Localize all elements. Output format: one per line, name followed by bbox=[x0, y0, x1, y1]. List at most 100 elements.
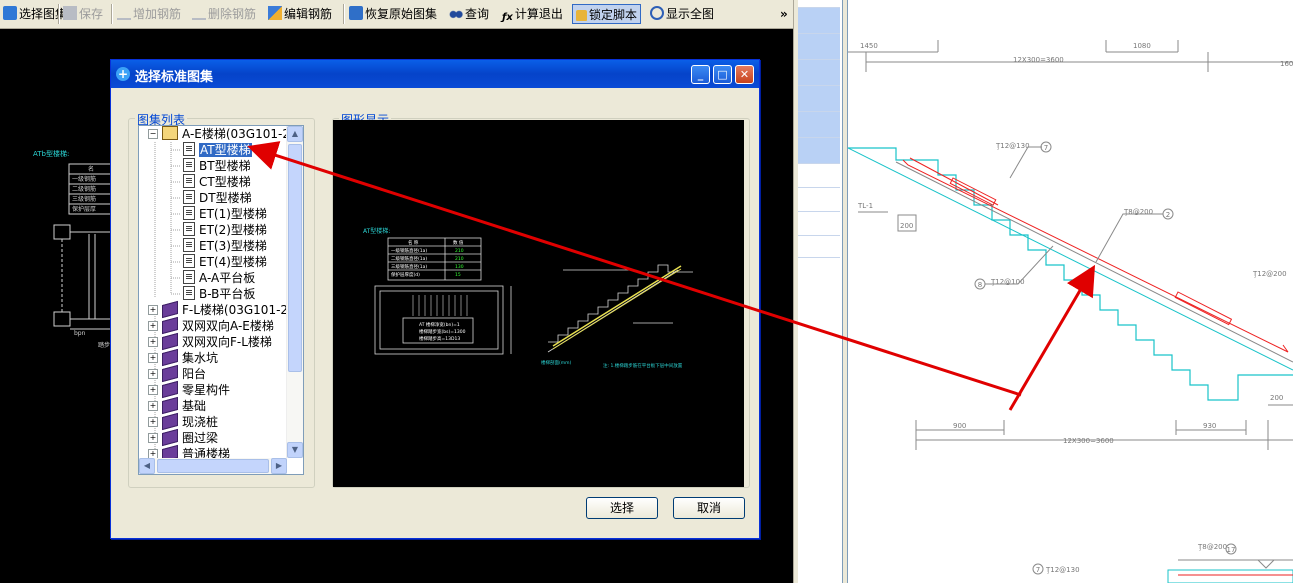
preview-note: 楼梯踏步宽(bs)=1300 bbox=[419, 328, 466, 335]
document-icon bbox=[183, 206, 195, 220]
scroll-right-button[interactable]: ▶ bbox=[271, 458, 287, 474]
document-icon bbox=[183, 158, 195, 172]
minimize-button[interactable]: _ bbox=[691, 65, 710, 84]
binoculars-icon bbox=[449, 6, 463, 20]
grid-row[interactable] bbox=[798, 236, 840, 258]
detail-number: 7 bbox=[1036, 566, 1040, 574]
detail-number: 17 bbox=[1227, 546, 1236, 554]
tree-leaf-et3-stair[interactable]: ET(3)型楼梯 bbox=[183, 238, 267, 254]
tree-node-ring-beam[interactable]: + 圈过梁 bbox=[148, 428, 218, 447]
close-button[interactable]: ✕ bbox=[735, 65, 754, 84]
tree-leaf-bb-slab[interactable]: B-B平台板 bbox=[183, 286, 255, 302]
tree-horizontal-scrollbar[interactable]: ◀ ▶ bbox=[139, 458, 287, 474]
grid-row[interactable] bbox=[798, 8, 840, 34]
left-table-row: 一级钢筋 bbox=[72, 175, 96, 183]
hscroll-thumb[interactable] bbox=[157, 459, 269, 473]
tree-leaf-dt-stair[interactable]: DT型楼梯 bbox=[183, 190, 252, 206]
preview-table-cell: 15 bbox=[455, 272, 461, 278]
tree-leaf-et4-stair[interactable]: ET(4)型楼梯 bbox=[183, 254, 267, 270]
tree-leaf-at-stair[interactable]: AT型楼梯 bbox=[183, 142, 253, 158]
grid-row[interactable] bbox=[798, 112, 840, 138]
scroll-thumb[interactable] bbox=[288, 144, 302, 372]
tree-node-sump-pit[interactable]: + 集水坑 bbox=[148, 348, 218, 367]
grid-row[interactable] bbox=[798, 138, 840, 164]
grid-row[interactable] bbox=[798, 212, 840, 236]
atlas-preview-canvas: AT型楼梯: 名 称 数 值 一级钢筋直径(1a) 210 二级钢筋直径(1a)… bbox=[333, 120, 744, 487]
tree-leaf-et1-stair[interactable]: ET(1)型楼梯 bbox=[183, 206, 267, 222]
dim-text: 930 bbox=[1203, 422, 1216, 430]
show-full-view-button[interactable]: 显示全图 bbox=[650, 4, 714, 24]
grid-row[interactable] bbox=[798, 164, 840, 188]
select-button[interactable]: 选择 bbox=[586, 497, 658, 519]
tree-node-double-fl[interactable]: + 双网双向F-L楼梯 bbox=[148, 332, 272, 351]
book-icon bbox=[162, 316, 178, 335]
restore-atlas-button[interactable]: 恢复原始图集 bbox=[349, 4, 437, 24]
tree-node-double-ae[interactable]: + 双网双向A-E楼梯 bbox=[148, 316, 274, 335]
expand-toggle[interactable]: + bbox=[148, 353, 158, 363]
expand-toggle[interactable]: + bbox=[148, 433, 158, 443]
toolbar-overflow-chevron[interactable]: » bbox=[780, 4, 788, 24]
rebar-label: Ţ8@200 bbox=[1197, 543, 1227, 551]
tree-leaf-label: AT型楼梯 bbox=[198, 142, 253, 158]
book-icon bbox=[162, 412, 178, 431]
right-drawing-canvas[interactable]: 1450 1080 12X300=3600 1600 900 930 12X30… bbox=[848, 0, 1293, 583]
tree-vertical-scrollbar[interactable]: ▲ ▼ bbox=[286, 126, 303, 458]
lock-script-button[interactable]: 锁定脚本 bbox=[572, 4, 642, 24]
calc-exit-button[interactable]: ƒx 计算退出 bbox=[502, 4, 563, 24]
document-icon bbox=[183, 222, 195, 236]
book-icon bbox=[162, 348, 178, 367]
tree-node-balcony[interactable]: + 阳台 bbox=[148, 364, 206, 383]
expand-toggle[interactable]: + bbox=[148, 369, 158, 379]
book-icon bbox=[162, 300, 178, 319]
scroll-left-button[interactable]: ◀ bbox=[139, 458, 155, 474]
expand-toggle[interactable]: + bbox=[148, 401, 158, 411]
tree-node-f-l-stairs[interactable]: + F-L楼梯(03G101-2) bbox=[148, 300, 293, 319]
tree-leaf-bt-stair[interactable]: BT型楼梯 bbox=[183, 158, 251, 174]
stair-section-drawing: 1450 1080 12X300=3600 1600 900 930 12X30… bbox=[848, 40, 1293, 583]
save-button[interactable]: 保存 bbox=[63, 4, 103, 24]
tree-node-cast-pile[interactable]: + 现浇桩 bbox=[148, 412, 218, 431]
expand-toggle[interactable]: + bbox=[148, 337, 158, 347]
edit-rebar-button[interactable]: 编辑钢筋 bbox=[268, 4, 332, 24]
query-button[interactable]: 查询 bbox=[449, 4, 489, 24]
preview-table-head: 数 值 bbox=[453, 239, 464, 246]
rebar-label: Ţ12@200 bbox=[1252, 270, 1287, 278]
toolbar-separator bbox=[58, 4, 60, 24]
preview-title: AT型楼梯: bbox=[363, 227, 390, 235]
atlas-tree[interactable]: − A-E楼梯(03G101-2) AT型楼梯 BT型楼梯 CT型楼梯 DT型楼… bbox=[138, 125, 304, 475]
dialog-titlebar[interactable]: + 选择标准图集 _ □ ✕ bbox=[111, 60, 759, 88]
dim-text: 1080 bbox=[1133, 42, 1151, 50]
tree-leaf-et2-stair[interactable]: ET(2)型楼梯 bbox=[183, 222, 267, 238]
book-icon bbox=[162, 396, 178, 415]
expand-toggle[interactable]: + bbox=[148, 305, 158, 315]
delete-rebar-button[interactable]: 删除钢筋 bbox=[192, 4, 256, 24]
scroll-down-button[interactable]: ▼ bbox=[287, 442, 303, 458]
grid-row[interactable] bbox=[798, 60, 840, 86]
book-icon bbox=[162, 428, 178, 447]
cancel-button[interactable]: 取消 bbox=[673, 497, 745, 519]
main-toolbar: 选择图集 保存 增加钢筋 删除钢筋 编辑钢筋 恢复原始图集 查询 ƒx 计算退出 … bbox=[0, 0, 793, 29]
left-drawing-title: ATb型楼梯: bbox=[33, 149, 69, 158]
scroll-up-button[interactable]: ▲ bbox=[287, 126, 303, 142]
expand-toggle[interactable]: + bbox=[148, 321, 158, 331]
tree-node-a-e-stairs[interactable]: − A-E楼梯(03G101-2) bbox=[148, 126, 295, 142]
tree-leaf-aa-slab[interactable]: A-A平台板 bbox=[183, 270, 255, 286]
grid-row[interactable] bbox=[798, 0, 840, 8]
grid-row[interactable] bbox=[798, 34, 840, 60]
tree-leaf-ct-stair[interactable]: CT型楼梯 bbox=[183, 174, 251, 190]
grid-row[interactable] bbox=[798, 86, 840, 112]
grid-row[interactable] bbox=[798, 188, 840, 212]
tree-node-foundation[interactable]: + 基础 bbox=[148, 396, 206, 415]
preview-table-cell: 210 bbox=[455, 256, 464, 262]
dim-text: 1600 bbox=[1280, 60, 1293, 68]
preview-table-cell: 130 bbox=[455, 264, 464, 270]
fx-icon: ƒx bbox=[502, 12, 513, 23]
add-rebar-button[interactable]: 增加钢筋 bbox=[117, 4, 181, 24]
collapse-toggle[interactable]: − bbox=[148, 129, 158, 139]
maximize-button[interactable]: □ bbox=[713, 65, 732, 84]
expand-toggle[interactable]: + bbox=[148, 385, 158, 395]
tree-node-misc-members[interactable]: + 零星构件 bbox=[148, 380, 230, 399]
expand-toggle[interactable]: + bbox=[148, 417, 158, 427]
document-icon bbox=[183, 238, 195, 252]
left-table-row: 三级钢筋 bbox=[72, 195, 96, 203]
